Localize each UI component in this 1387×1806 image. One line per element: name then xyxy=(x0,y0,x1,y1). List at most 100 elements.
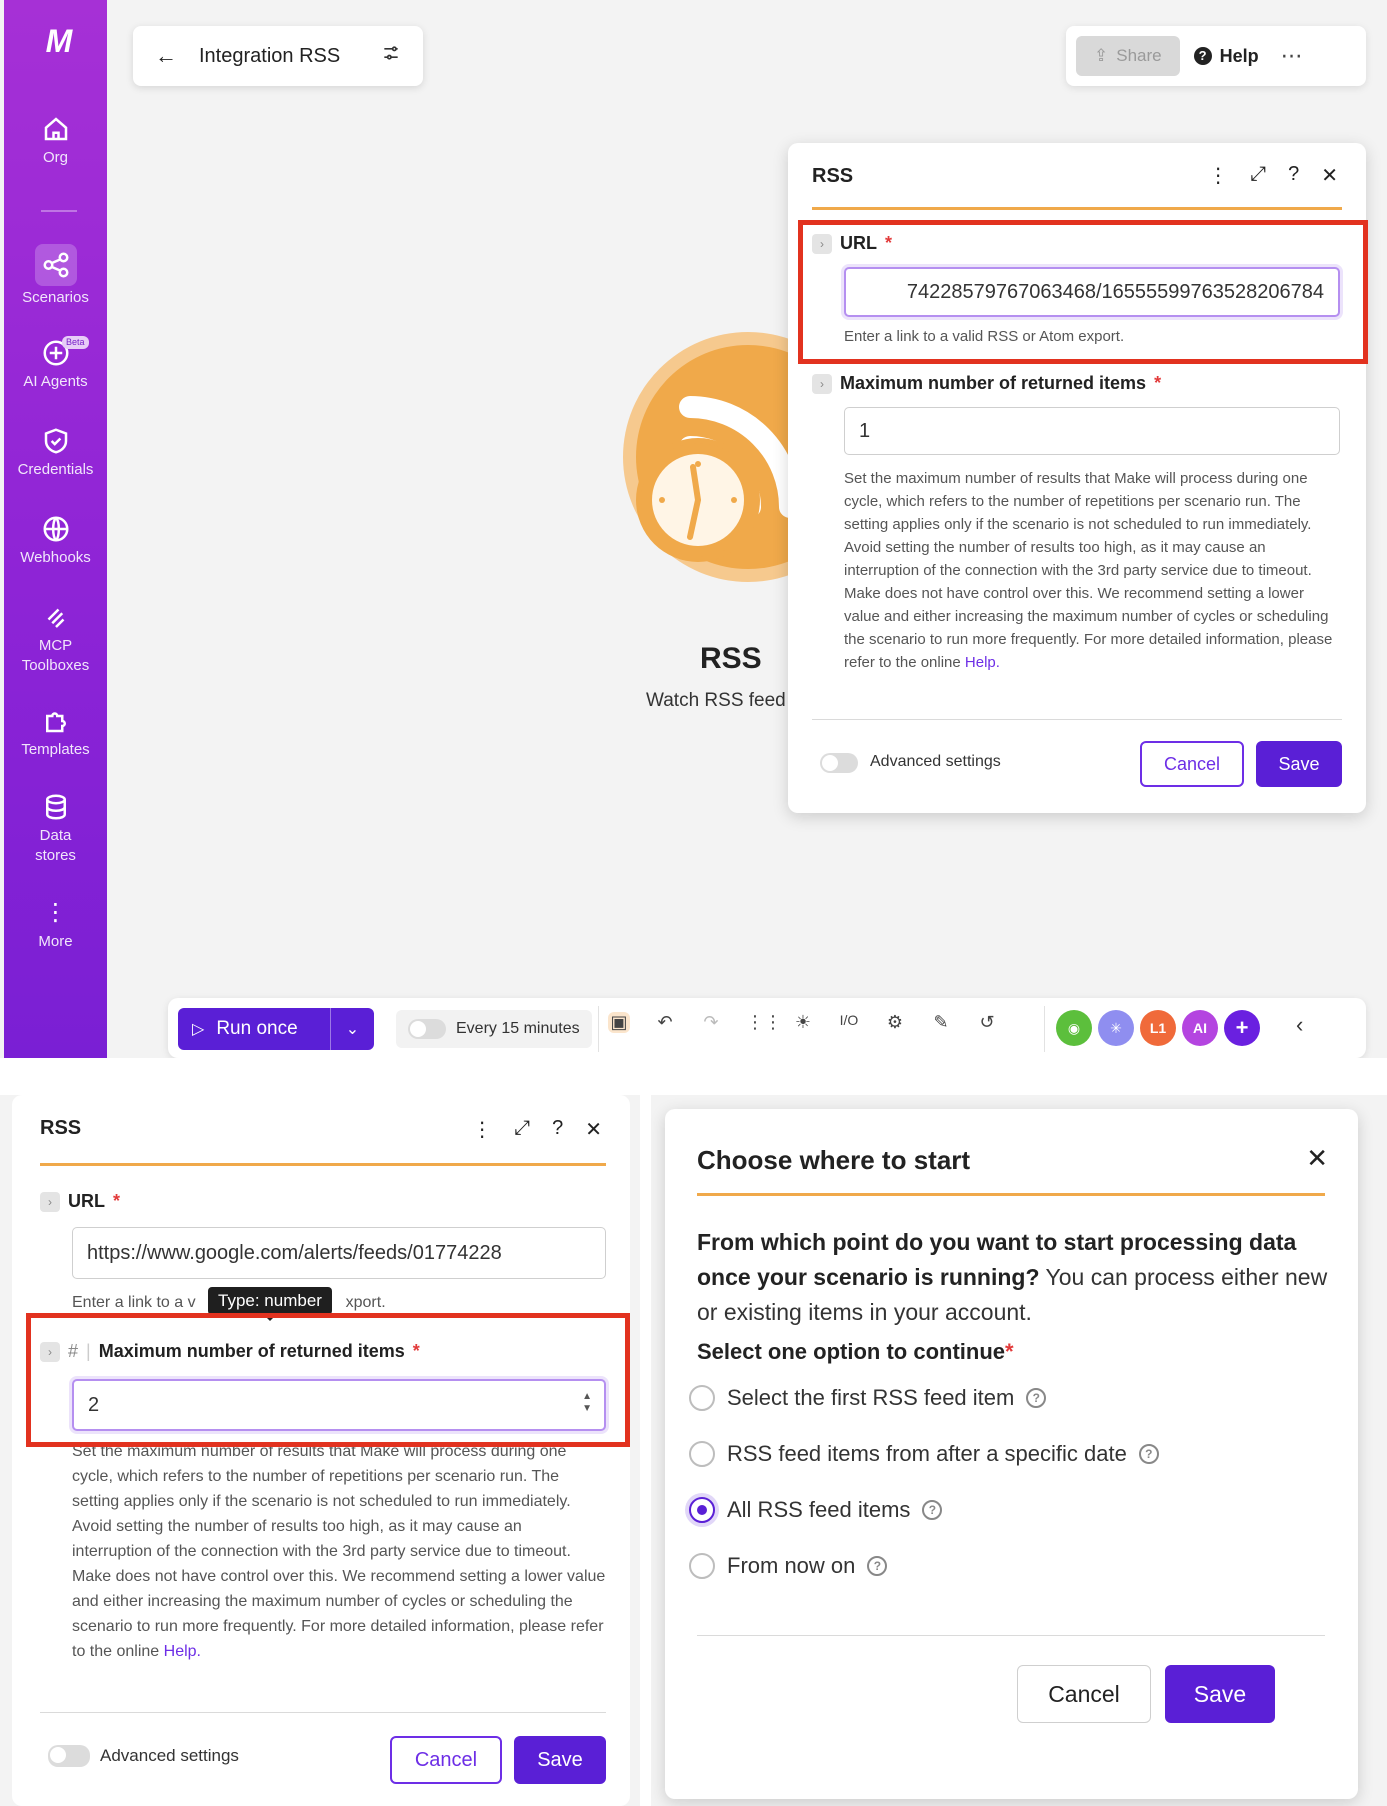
panel-title: RSS xyxy=(812,165,854,187)
sidebar-item-scenarios[interactable]: Scenarios xyxy=(4,244,107,308)
help-question-icon[interactable]: ? xyxy=(552,1117,563,1142)
sidebar-item-data-stores[interactable]: Data stores xyxy=(4,792,107,866)
ai-app-icon[interactable]: AI xyxy=(1182,1010,1218,1046)
save-button[interactable]: Save xyxy=(514,1736,606,1784)
start-question: From which point do you want to start pr… xyxy=(697,1225,1337,1330)
share-button[interactable]: ⇪ Share xyxy=(1076,36,1180,76)
share-label: Share xyxy=(1116,46,1162,65)
scenario-title[interactable]: Integration RSS xyxy=(199,45,340,68)
advanced-settings-label: Advanced settings xyxy=(870,753,1001,770)
radio-button-selected[interactable] xyxy=(689,1497,715,1523)
option-from-now[interactable]: From now on ? xyxy=(689,1553,888,1579)
panel-header-underline xyxy=(40,1163,606,1166)
help-label: Help xyxy=(1219,45,1259,66)
advanced-settings-toggle[interactable] xyxy=(48,1745,90,1767)
chevron-right-icon[interactable]: › xyxy=(40,1191,60,1212)
radio-button[interactable] xyxy=(689,1553,715,1579)
max-items-label: › Maximum number of returned items * xyxy=(812,373,1161,394)
sidebar-item-ai-agents[interactable]: Beta AI Agents xyxy=(4,336,107,392)
flow-control-icon[interactable]: ◉ xyxy=(1056,1010,1092,1046)
help-question-icon[interactable]: ? xyxy=(1288,163,1299,188)
redo-icon[interactable]: ↷ xyxy=(700,1012,722,1033)
sidebar-item-label: AI Agents xyxy=(23,373,88,390)
settings-sliders-icon[interactable] xyxy=(381,43,401,69)
help-button[interactable]: ? Help xyxy=(1193,45,1259,67)
mcp-icon xyxy=(41,602,71,632)
expand-icon[interactable]: ⤢ xyxy=(514,1117,530,1142)
option-label: All RSS feed items xyxy=(727,1497,911,1522)
close-icon[interactable]: ✕ xyxy=(1306,1143,1328,1174)
dialog-header-underline xyxy=(697,1193,1325,1196)
panel-header-icons: ⋮ ⤢ ? ✕ xyxy=(1208,163,1338,188)
notes-icon[interactable]: ✎ xyxy=(930,1012,952,1033)
sidebar-item-webhooks[interactable]: Webhooks xyxy=(4,514,107,568)
image-edit-icon[interactable]: ▣ xyxy=(608,1012,630,1033)
help-question-icon[interactable]: ? xyxy=(1026,1388,1047,1408)
help-question-icon[interactable]: ? xyxy=(867,1556,888,1576)
advanced-settings-label: Advanced settings xyxy=(100,1746,239,1765)
sidebar-item-templates[interactable]: Templates xyxy=(4,706,107,760)
help-link[interactable]: Help. xyxy=(965,654,1000,671)
select-option-text: Select one option to continue xyxy=(697,1339,1005,1364)
advanced-settings-toggle[interactable] xyxy=(820,753,858,773)
globe-icon xyxy=(41,514,71,544)
option-first-item[interactable]: Select the first RSS feed item ? xyxy=(689,1385,1047,1411)
add-app-icon[interactable]: + xyxy=(1224,1010,1260,1046)
module-subtitle: Watch RSS feed xyxy=(646,690,786,711)
sidebar-item-org[interactable]: Org xyxy=(4,114,107,168)
gear-icon[interactable]: ⚙ xyxy=(884,1012,906,1033)
sidebar-item-label: MCP Toolboxes xyxy=(21,637,90,674)
scenario-title-bar: ← Integration RSS xyxy=(133,26,423,86)
back-arrow-icon[interactable]: ← xyxy=(155,43,177,69)
kebab-menu-icon[interactable]: ⋮ xyxy=(1208,163,1228,188)
kebab-menu-icon[interactable]: ⋮ xyxy=(472,1117,492,1142)
save-button[interactable]: Save xyxy=(1165,1665,1275,1723)
cancel-button[interactable]: Cancel xyxy=(1140,741,1244,787)
make-logo[interactable]: M xyxy=(34,25,80,57)
more-horizontal-icon[interactable]: ⋯ xyxy=(1281,43,1303,69)
schedule-control[interactable]: Every 15 minutes xyxy=(396,1010,592,1048)
url-label-text: URL xyxy=(68,1191,105,1211)
url-hint-end: xport. xyxy=(345,1294,386,1311)
schedule-toggle[interactable] xyxy=(408,1019,446,1039)
sidebar-item-label: Templates xyxy=(21,741,90,758)
choose-start-screenshot: Choose where to start ✕ From which point… xyxy=(651,1095,1387,1806)
help-question-icon[interactable]: ? xyxy=(922,1500,943,1520)
radio-button[interactable] xyxy=(689,1441,715,1467)
chevron-down-icon[interactable]: ⌄ xyxy=(330,1008,374,1050)
url-label: › URL * xyxy=(40,1191,120,1212)
url-input[interactable]: https://www.google.com/alerts/feeds/0177… xyxy=(72,1227,606,1279)
choose-start-dialog: Choose where to start ✕ From which point… xyxy=(665,1109,1358,1799)
tools-icon[interactable]: ✳ xyxy=(1098,1010,1134,1046)
sidebar-item-more[interactable]: ⋮ More xyxy=(4,898,107,952)
chevron-left-icon[interactable]: ‹ xyxy=(1296,1012,1303,1038)
sidebar: M Org Scenarios Beta AI Agents Credentia… xyxy=(4,0,107,1058)
toolbar-separator xyxy=(598,1006,599,1052)
cancel-button[interactable]: Cancel xyxy=(1017,1665,1151,1723)
save-button[interactable]: Save xyxy=(1256,741,1342,787)
scenario-editor-screen: M Org Scenarios Beta AI Agents Credentia… xyxy=(0,0,1387,1058)
radio-button[interactable] xyxy=(689,1385,715,1411)
panel-footer-divider xyxy=(40,1712,606,1713)
history-icon[interactable]: ↺ xyxy=(976,1012,998,1033)
run-once-button[interactable]: ▷ Run once ⌄ xyxy=(178,1008,374,1050)
expand-icon[interactable]: ⤢ xyxy=(1250,163,1266,188)
sidebar-item-mcp-toolboxes[interactable]: MCP Toolboxes xyxy=(4,602,107,676)
close-icon[interactable]: ✕ xyxy=(585,1117,602,1142)
app-l1-icon[interactable]: L1 xyxy=(1140,1010,1176,1046)
max-items-input[interactable]: 1 xyxy=(844,407,1340,455)
chevron-right-icon[interactable]: › xyxy=(812,373,832,394)
grid-icon[interactable]: ⋮⋮ xyxy=(746,1012,782,1033)
lightbulb-icon[interactable]: ☀ xyxy=(792,1012,814,1033)
close-icon[interactable]: ✕ xyxy=(1321,163,1338,188)
cancel-button[interactable]: Cancel xyxy=(390,1736,502,1784)
sidebar-item-label: Data stores xyxy=(35,827,76,864)
help-question-icon[interactable]: ? xyxy=(1138,1444,1159,1464)
option-after-date[interactable]: RSS feed items from after a specific dat… xyxy=(689,1441,1159,1467)
io-icon[interactable]: I/O xyxy=(838,1012,860,1033)
option-all-items[interactable]: All RSS feed items ? xyxy=(689,1497,943,1523)
undo-icon[interactable]: ↶ xyxy=(654,1012,676,1033)
help-link[interactable]: Help. xyxy=(164,1643,201,1660)
panel-header-underline xyxy=(812,207,1342,210)
sidebar-item-credentials[interactable]: Credentials xyxy=(4,426,107,480)
